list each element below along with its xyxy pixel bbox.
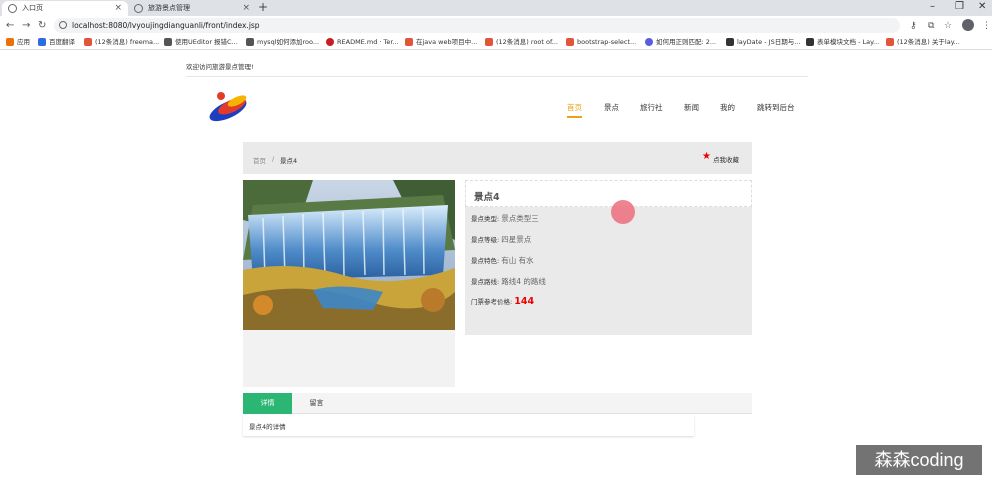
bookmark-item[interactable]: 表单模块文档 - Lay... [806, 37, 879, 48]
star-icon[interactable]: ★ [702, 151, 711, 162]
detail-content: 景点4的详情 [243, 415, 694, 436]
forward-icon[interactable]: → [22, 18, 30, 33]
spot-level-row: 景点等级: 四星景点 [471, 234, 531, 245]
bookmark-site-icon [566, 38, 574, 46]
tab-comments[interactable]: 留言 [292, 393, 341, 414]
detail-tabs: 详情 留言 [243, 393, 752, 414]
browser-tab-title: 旅游景点管理 [148, 4, 190, 12]
header-divider [186, 76, 808, 77]
cursor-highlight [611, 200, 635, 224]
csdn-icon [84, 38, 92, 46]
site-logo[interactable] [205, 86, 255, 122]
bookmarks-bar: 应用 百度翻译 (12条消息) freema... 使用UEditor 报错C.… [0, 35, 992, 50]
bookmark-item[interactable]: layDate - JS日期与... [726, 37, 800, 48]
spot-title: 景点4 [474, 192, 500, 203]
spot-price-label: 门票参考价格: [471, 298, 513, 306]
spot-price-row: 门票参考价格: 144 [471, 296, 534, 307]
csdn-icon [405, 38, 413, 46]
spot-info-panel: 景点4 景点类型: 景点类型三 景点等级: 四星景点 景点特色: 有山 有水 景… [465, 180, 752, 335]
breadcrumb-separator: / [272, 155, 275, 163]
info-icon[interactable] [59, 21, 67, 29]
globe-icon [8, 4, 17, 13]
layui-icon [726, 38, 734, 46]
spot-level-value: 四星景点 [501, 235, 532, 244]
spot-type-value: 景点类型三 [501, 214, 539, 223]
spot-title-box: 景点4 [465, 180, 752, 207]
page-icon [246, 38, 254, 46]
spot-feature-value: 有山 有水 [501, 256, 534, 265]
browser-tab-admin[interactable]: 旅游景点管理 × [128, 1, 256, 16]
nav-agency[interactable]: 旅行社 [640, 102, 663, 118]
bookmark-item[interactable]: (12条消息) freema... [84, 37, 159, 48]
spot-feature-label: 景点特色: [471, 257, 500, 265]
menu-icon[interactable]: ⋮ [982, 19, 991, 33]
key-icon[interactable]: ⚷ [910, 19, 917, 33]
bookmark-item[interactable]: mysql如何添加roo... [246, 37, 319, 48]
back-icon[interactable]: ← [6, 18, 14, 33]
url-text: localhost:8080/lvyoujingdianguanli/front… [72, 21, 260, 30]
bookmark-item[interactable]: (12条消息) root of... [485, 37, 558, 48]
csdn-icon [485, 38, 493, 46]
close-icon[interactable]: × [242, 1, 250, 15]
bookmark-star-icon[interactable]: ☆ [944, 19, 952, 33]
browser-tab-home[interactable]: 入口页 × [2, 1, 128, 16]
new-tab-icon[interactable]: + [258, 0, 268, 15]
detail-text: 景点4的详情 [249, 423, 286, 431]
spot-route-row: 景点路线: 路线4 的路线 [471, 276, 546, 287]
spot-feature-row: 景点特色: 有山 有水 [471, 255, 534, 266]
spot-type-label: 景点类型: [471, 215, 500, 223]
layui-icon [806, 38, 814, 46]
spot-route-value: 路线4 的路线 [501, 277, 546, 286]
spot-photo [243, 180, 455, 330]
spot-level-label: 景点等级: [471, 236, 500, 244]
nav-admin[interactable]: 跳转到后台 [757, 102, 795, 118]
breadcrumb: 首页 / 景点4 ★ 点我收藏 [243, 142, 752, 174]
address-toolbar: ← → ↻ localhost:8080/lvyoujingdianguanli… [0, 16, 992, 35]
bookmark-item[interactable]: 如何用正则匹配: 2... [645, 37, 716, 48]
csdn-icon [886, 38, 894, 46]
profile-avatar[interactable] [962, 19, 974, 31]
nav-mine[interactable]: 我的 [720, 102, 735, 118]
window-close-icon[interactable]: ✕ [978, 0, 986, 14]
baidu-icon [38, 38, 46, 46]
breadcrumb-home[interactable]: 首页 [253, 155, 266, 165]
nav-spots[interactable]: 景点 [604, 102, 619, 118]
globe-icon [134, 4, 143, 13]
watermark: 森森coding [856, 445, 982, 475]
bookmark-item[interactable]: bootstrap-select... [566, 37, 636, 48]
bookmark-item[interactable]: 百度翻译 [38, 37, 75, 48]
spot-image-panel [243, 180, 455, 387]
spot-price-value: 144 [514, 296, 535, 307]
reload-icon[interactable]: ↻ [38, 18, 46, 33]
minimize-icon[interactable]: – [930, 0, 935, 14]
favorite-button[interactable]: 点我收藏 [713, 154, 739, 164]
gear-icon [645, 38, 653, 46]
nav-home[interactable]: 首页 [567, 102, 582, 118]
browser-tab-title: 入口页 [22, 4, 43, 12]
bookmark-item[interactable]: 在java web项目中... [405, 37, 477, 48]
browser-tabstrip: 入口页 × 旅游景点管理 × + – ❐ ✕ [0, 0, 992, 16]
spot-route-label: 景点路线: [471, 278, 500, 286]
restore-icon[interactable]: ❐ [955, 0, 964, 14]
breadcrumb-current: 景点4 [280, 157, 298, 165]
spot-type-row: 景点类型: 景点类型三 [471, 213, 539, 224]
welcome-text: 欢迎访问旅游景点管理! [186, 63, 254, 71]
bookmark-item[interactable]: 使用UEditor 报错C... [164, 37, 238, 48]
url-input[interactable]: localhost:8080/lvyoujingdianguanli/front… [54, 18, 900, 33]
tab-detail[interactable]: 详情 [243, 393, 292, 414]
nav-news[interactable]: 新闻 [684, 102, 699, 118]
close-icon[interactable]: × [114, 1, 122, 15]
bookmark-apps[interactable]: 应用 [6, 37, 30, 48]
bookmark-item[interactable]: (12条消息) 关于lay... [886, 37, 960, 48]
gitee-icon [326, 38, 334, 46]
translate-icon[interactable]: ⧉ [928, 19, 934, 33]
apps-icon [6, 38, 14, 46]
bookmark-item[interactable]: README.md · Ter... [326, 37, 399, 48]
page-icon [164, 38, 172, 46]
